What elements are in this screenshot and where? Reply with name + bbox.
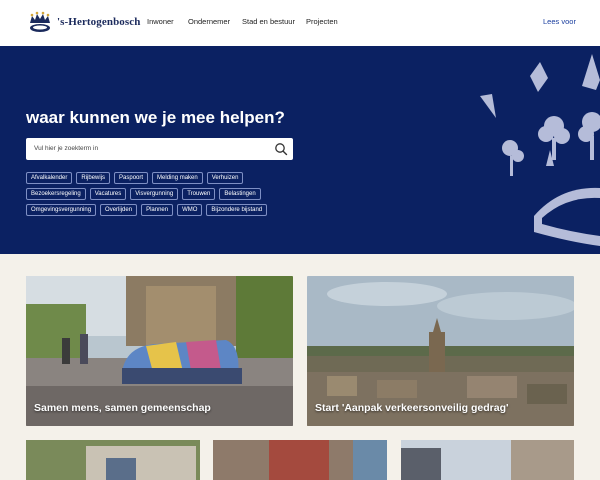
tag-verhuizen[interactable]: Verhuizen <box>206 172 244 184</box>
news-card-small-1[interactable] <box>26 440 200 480</box>
quick-links-row-3: Omgevingsvergunning Overlijden Plannen W… <box>26 204 326 216</box>
tag-trouwen[interactable]: Trouwen <box>182 188 216 200</box>
search-input[interactable]: Vul hier je zoekterm in <box>34 145 98 152</box>
tag-belastingen[interactable]: Belastingen <box>219 188 261 200</box>
nav-stad-en-bestuur[interactable]: Stad en bestuur <box>242 17 295 26</box>
news-card-samen-mens[interactable]: Samen mens, samen gemeenschap <box>26 276 293 426</box>
card-photo-image <box>401 440 574 480</box>
crown-watermark-icon <box>480 54 600 246</box>
nav-projecten[interactable]: Projecten <box>306 17 338 26</box>
lees-voor-button[interactable]: Lees voor <box>543 17 576 26</box>
card-photo-image <box>26 440 200 480</box>
tag-vacatures[interactable]: Vacatures <box>89 188 127 200</box>
tag-visvergunning[interactable]: Visvergunning <box>130 188 179 200</box>
nav-ondernemer[interactable]: Ondernemer <box>188 17 230 26</box>
brand-name[interactable]: 's-Hertogenbosch <box>57 16 140 28</box>
site-header: 's-Hertogenbosch Inwoner Ondernemer Stad… <box>0 0 600 46</box>
card-photo-image <box>213 440 387 480</box>
news-card-small-3[interactable] <box>401 440 574 480</box>
tag-omgevingsvergunning[interactable]: Omgevingsvergunning <box>26 204 97 216</box>
search-box[interactable]: Vul hier je zoekterm in <box>26 138 293 160</box>
tag-overlijden[interactable]: Overlijden <box>100 204 138 216</box>
tag-plannen[interactable]: Plannen <box>141 204 174 216</box>
news-card-small-2[interactable] <box>213 440 387 480</box>
hero-title: waar kunnen we je mee helpen? <box>26 108 285 127</box>
nav-inwoner[interactable]: Inwoner <box>147 17 174 26</box>
tag-bijzondere-bijstand[interactable]: Bijzondere bijstand <box>206 204 268 216</box>
quick-links: Afvalkalender Rijbewijs Paspoort Melding… <box>26 172 326 220</box>
news-card-aanpak-verkeer[interactable]: Start 'Aanpak verkeersonveilig gedrag' <box>307 276 574 426</box>
tag-afvalkalender[interactable]: Afvalkalender <box>26 172 73 184</box>
search-icon[interactable] <box>274 142 288 156</box>
hero-section: waar kunnen we je mee helpen? Vul hier j… <box>0 46 600 254</box>
quick-links-row-2: Bezoekersregeling Vacatures Visvergunnin… <box>26 188 326 200</box>
quick-links-row-1: Afvalkalender Rijbewijs Paspoort Melding… <box>26 172 326 184</box>
tag-rijbewijs[interactable]: Rijbewijs <box>76 172 111 184</box>
tag-paspoort[interactable]: Paspoort <box>114 172 149 184</box>
tag-wmo[interactable]: WMO <box>177 204 203 216</box>
card-title: Samen mens, samen gemeenschap <box>34 402 211 414</box>
crown-logo-icon[interactable] <box>26 9 54 37</box>
tag-bezoekersregeling[interactable]: Bezoekersregeling <box>26 188 86 200</box>
tag-melding-maken[interactable]: Melding maken <box>152 172 203 184</box>
card-title: Start 'Aanpak verkeersonveilig gedrag' <box>315 402 509 414</box>
